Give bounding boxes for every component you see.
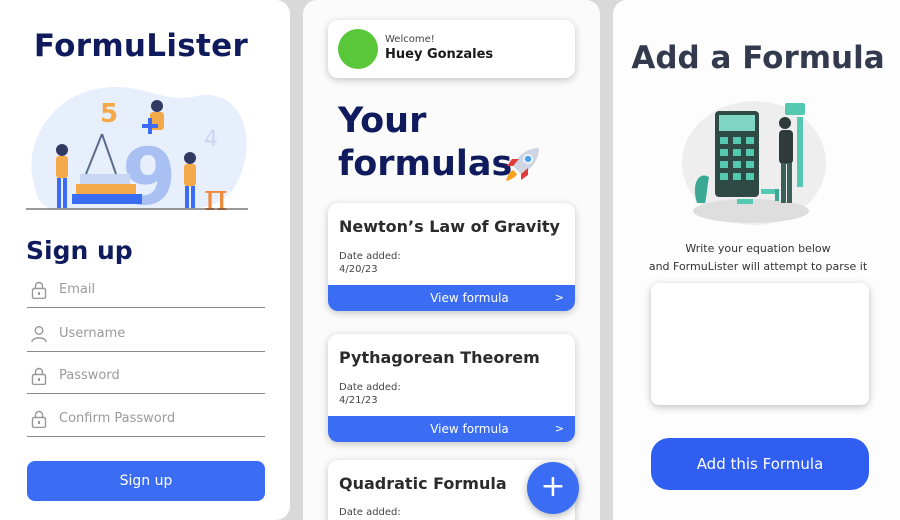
date-label: Date added:	[339, 251, 401, 262]
signup-heading: Sign up	[26, 236, 133, 265]
view-formula-button[interactable]: View formula >	[328, 416, 575, 442]
signup-button[interactable]: Sign up	[27, 461, 265, 501]
rocket-icon	[506, 148, 539, 181]
date-value: 4/20/23	[339, 264, 378, 275]
formulas-screen: Welcome! Huey Gonzales Your formulas New…	[303, 0, 600, 520]
password-placeholder: Password	[59, 368, 120, 383]
formula-name: Newton’s Law of Gravity	[339, 217, 560, 236]
view-formula-label: View formula	[430, 291, 509, 305]
date-label: Date added:	[339, 507, 401, 518]
add-formula-screen: Add a Formula Write your equation below …	[613, 0, 900, 520]
view-formula-label: View formula	[430, 422, 509, 436]
equation-input[interactable]	[651, 283, 869, 405]
svg-text:5: 5	[100, 99, 118, 129]
instruction-line-2: and FormuLister will attempt to parse it	[648, 260, 868, 273]
title-line-1: Your	[338, 101, 427, 141]
svg-text:π: π	[204, 178, 228, 216]
view-formula-button[interactable]: View formula >	[328, 285, 575, 311]
username-placeholder: Username	[59, 326, 126, 341]
username-field[interactable]: Username	[27, 322, 265, 352]
add-formula-button[interactable]: Add this Formula	[651, 438, 869, 490]
password-field[interactable]: Password	[27, 364, 265, 394]
formula-name: Pythagorean Theorem	[339, 348, 540, 367]
signup-screen: FormuLister 5 4 9 π Sign up Email Userna…	[0, 0, 290, 520]
lock-icon	[31, 367, 47, 385]
date-label: Date added:	[339, 382, 401, 393]
instructions: Write your equation below and FormuListe…	[613, 240, 900, 276]
avatar[interactable]	[338, 29, 378, 69]
welcome-card: Welcome! Huey Gonzales	[328, 20, 575, 78]
email-placeholder: Email	[59, 282, 96, 297]
page-title: Your formulas	[338, 100, 588, 186]
instruction-line-1: Write your equation below	[685, 242, 831, 255]
user-name: Huey Gonzales	[385, 47, 494, 62]
welcome-text: Welcome!	[385, 34, 435, 45]
email-field[interactable]: Email	[27, 278, 265, 308]
confirm-password-field[interactable]: Confirm Password	[27, 407, 265, 437]
calculator-illustration	[682, 101, 826, 225]
title-line-2: formulas	[338, 144, 513, 184]
math-illustration: 5 4 9 π	[26, 86, 248, 216]
app-title: FormuLister	[33, 28, 249, 64]
svg-text:4: 4	[204, 127, 218, 152]
lock-icon	[31, 410, 47, 428]
user-icon	[31, 326, 47, 343]
add-formula-fab[interactable]: +	[527, 462, 579, 514]
date-value: 4/21/23	[339, 395, 378, 406]
formula-name: Quadratic Formula	[339, 474, 507, 493]
confirm-password-placeholder: Confirm Password	[59, 411, 176, 426]
formula-card: Newton’s Law of Gravity Date added: 4/20…	[328, 203, 575, 311]
page-title: Add a Formula	[631, 40, 885, 76]
chevron-right-icon: >	[554, 291, 564, 304]
lock-icon	[31, 281, 47, 299]
chevron-right-icon: >	[554, 422, 564, 435]
formula-card: Pythagorean Theorem Date added: 4/21/23 …	[328, 334, 575, 442]
